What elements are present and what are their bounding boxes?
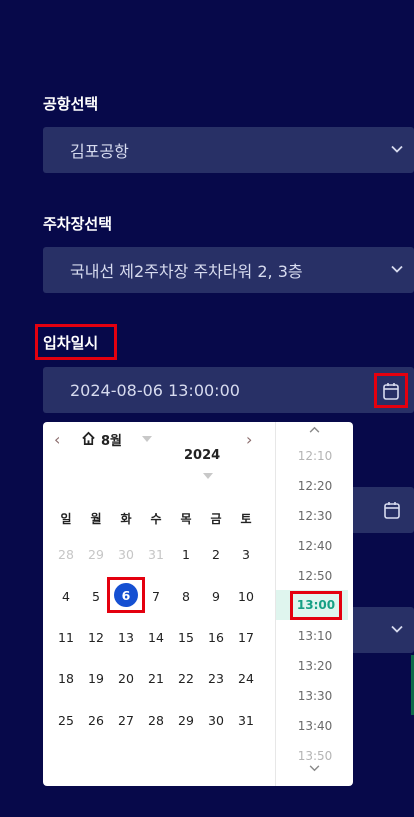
time-slot[interactable]: 12:10 <box>276 449 353 463</box>
weekday-label: 화 <box>120 512 132 526</box>
calendar-day-selected[interactable]: 6 <box>107 577 145 613</box>
home-icon[interactable] <box>81 431 96 446</box>
calendar-day[interactable]: 31 <box>141 547 171 562</box>
next-month-icon[interactable]: › <box>246 430 252 449</box>
calendar-day[interactable]: 19 <box>81 671 111 686</box>
calendar-day[interactable]: 24 <box>231 671 261 686</box>
calendar-day[interactable]: 10 <box>231 589 261 604</box>
calendar-day[interactable]: 2 <box>201 547 231 562</box>
weekday-label: 일 <box>60 512 72 526</box>
weekday-label: 월 <box>90 512 102 526</box>
calendar-day[interactable]: 28 <box>141 713 171 728</box>
calendar-day[interactable]: 13 <box>111 630 141 645</box>
calendar-day[interactable]: 30 <box>201 713 231 728</box>
calendar-day[interactable]: 26 <box>81 713 111 728</box>
calendar-day[interactable]: 21 <box>141 671 171 686</box>
calendar-day[interactable]: 17 <box>231 630 261 645</box>
time-slot[interactable]: 13:20 <box>276 659 353 673</box>
time-slot[interactable]: 12:20 <box>276 479 353 493</box>
calendar-day[interactable]: 16 <box>201 630 231 645</box>
calendar-day[interactable]: 22 <box>171 671 201 686</box>
time-slot-selected[interactable]: 13:00 <box>290 591 342 620</box>
calendar-day[interactable]: 31 <box>231 713 261 728</box>
time-slot[interactable]: 13:50 <box>276 749 353 763</box>
weekday-label: 토 <box>240 512 252 526</box>
hidden-select-field[interactable] <box>353 607 414 653</box>
calendar-day[interactable]: 14 <box>141 630 171 645</box>
parking-value: 국내선 제2주차장 주차타워 2, 3층 <box>70 262 303 281</box>
month-select[interactable]: 8월 <box>101 430 122 449</box>
calendar-day[interactable]: 12 <box>81 630 111 645</box>
calendar-day[interactable]: 4 <box>51 589 81 604</box>
calendar-day[interactable]: 27 <box>111 713 141 728</box>
time-slot[interactable]: 13:40 <box>276 719 353 733</box>
time-scroll-down-icon[interactable] <box>309 765 320 772</box>
entry-datetime-value: 2024-08-06 13:00:00 <box>70 380 240 400</box>
time-slot[interactable]: 12:30 <box>276 509 353 523</box>
calendar-day[interactable]: 1 <box>171 547 201 562</box>
airport-label: 공항선택 <box>43 95 99 113</box>
calendar-day[interactable]: 20 <box>111 671 141 686</box>
weekday-label: 수 <box>150 512 162 526</box>
calendar-icon <box>383 382 399 400</box>
chevron-down-icon <box>391 265 403 273</box>
chevron-down-icon <box>391 145 403 153</box>
calendar-day[interactable]: 8 <box>171 589 201 604</box>
month-dropdown-icon[interactable] <box>142 436 152 442</box>
airport-value: 김포공항 <box>70 142 129 161</box>
time-list: 12:10 12:20 12:30 12:40 12:50 13:00 13:10 13:20… <box>275 422 353 786</box>
calendar-day[interactable]: 3 <box>231 547 261 562</box>
time-slot[interactable]: 13:30 <box>276 689 353 703</box>
time-slot[interactable]: 12:50 <box>276 569 353 583</box>
calendar-day[interactable]: 29 <box>171 713 201 728</box>
entry-label: 입차일시 <box>43 334 99 352</box>
time-scroll-up-icon[interactable] <box>309 426 320 433</box>
entry-datetime-field[interactable]: 2024-08-06 13:00:00 <box>43 367 414 413</box>
calendar-day[interactable]: 15 <box>171 630 201 645</box>
parking-select[interactable]: 국내선 제2주차장 주차타워 2, 3층 <box>43 247 414 293</box>
calendar-day[interactable]: 11 <box>51 630 81 645</box>
datepicker-popup: ‹ › 8월 2024 일월화수목금토 28 29 30 31 1 2 3 4 5 6 7 8 9 10 1… <box>43 422 353 786</box>
calendar-day[interactable]: 29 <box>81 547 111 562</box>
chevron-down-icon <box>391 625 403 633</box>
calendar-icon <box>384 502 400 519</box>
calendar-day[interactable]: 7 <box>141 589 171 604</box>
time-slot[interactable]: 12:40 <box>276 539 353 553</box>
calendar-panel: ‹ › 8월 2024 일월화수목금토 28 29 30 31 1 2 3 4 5 6 7 8 9 10 1… <box>43 422 275 786</box>
year-select[interactable]: 2024 <box>184 448 220 463</box>
calendar-day[interactable]: 30 <box>111 547 141 562</box>
calendar-day[interactable]: 23 <box>201 671 231 686</box>
exit-datetime-field[interactable] <box>353 487 414 533</box>
weekday-label: 목 <box>180 512 192 526</box>
prev-month-icon[interactable]: ‹ <box>54 430 60 449</box>
time-slot[interactable]: 13:10 <box>276 629 353 643</box>
calendar-day[interactable]: 18 <box>51 671 81 686</box>
calendar-day[interactable]: 28 <box>51 547 81 562</box>
calendar-day[interactable]: 9 <box>201 589 231 604</box>
selected-day-marker: 6 <box>114 583 138 607</box>
calendar-button[interactable] <box>374 373 408 408</box>
parking-label: 주차장선택 <box>43 215 113 233</box>
airport-select[interactable]: 김포공항 <box>43 127 414 173</box>
calendar-day[interactable]: 25 <box>51 713 81 728</box>
weekday-label: 금 <box>210 512 222 526</box>
year-dropdown-icon[interactable] <box>203 473 213 479</box>
